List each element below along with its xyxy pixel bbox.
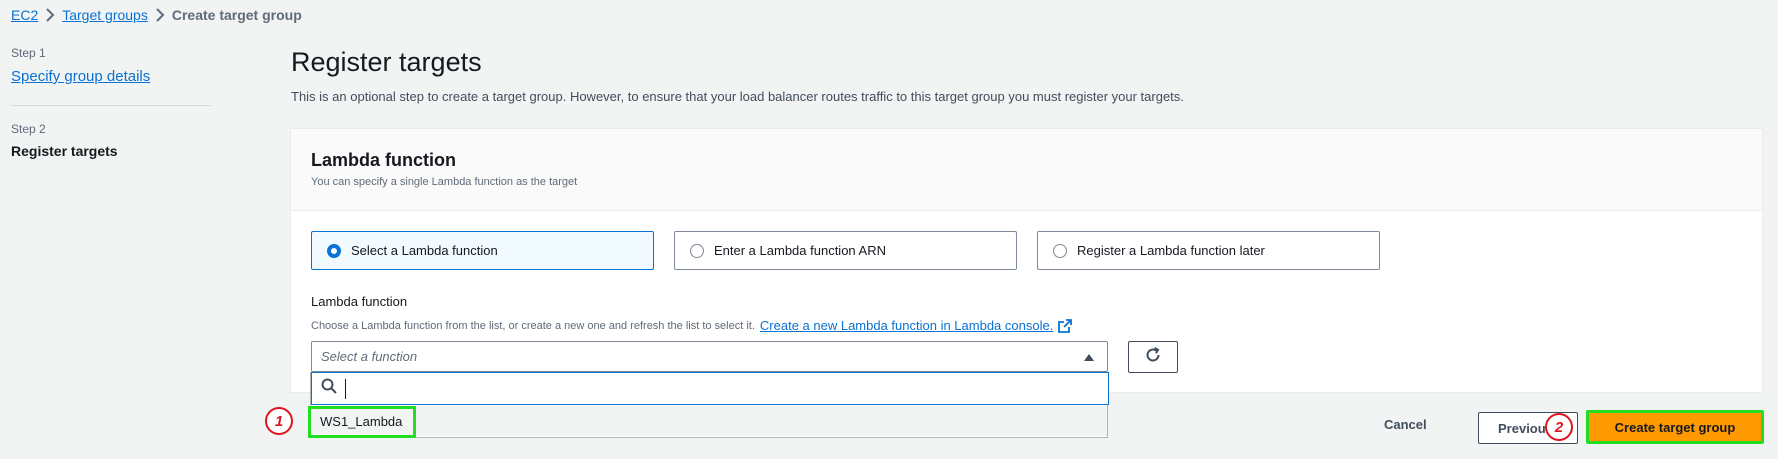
option-label: WS1_Lambda <box>320 413 403 429</box>
breadcrumb-target-groups[interactable]: Target groups <box>62 7 148 23</box>
refresh-button[interactable] <box>1128 341 1178 373</box>
step2-label: Step 2 <box>11 122 46 136</box>
step-marker-1: 1 <box>265 407 293 435</box>
breadcrumb-ec2[interactable]: EC2 <box>11 7 38 23</box>
page-description: This is an optional step to create a tar… <box>291 89 1184 104</box>
external-link-icon[interactable] <box>1058 318 1073 333</box>
tile-select-lambda[interactable]: Select a Lambda function <box>311 231 654 270</box>
create-target-group-button[interactable]: Create target group <box>1586 410 1764 444</box>
panel-description: You can specify a single Lambda function… <box>311 176 578 188</box>
step1-link[interactable]: Specify group details <box>11 68 150 85</box>
side-divider <box>11 105 211 106</box>
radio-unchecked[interactable] <box>690 243 704 258</box>
tile-label: Enter a Lambda function ARN <box>714 243 886 258</box>
create-lambda-link[interactable]: Create a new Lambda function in Lambda c… <box>760 318 1053 333</box>
chevron-right-icon <box>38 6 62 24</box>
breadcrumb: EC2 Target groups Create target group <box>11 6 302 24</box>
chevron-right-icon <box>148 6 172 24</box>
refresh-icon <box>1144 346 1162 369</box>
search-icon <box>321 378 337 399</box>
cancel-button[interactable]: Cancel <box>1384 417 1427 432</box>
step1-label: Step 1 <box>11 46 46 60</box>
radio-checked[interactable] <box>327 243 341 258</box>
caret-up-icon <box>1079 347 1099 367</box>
step-marker-2: 2 <box>1545 413 1573 441</box>
lambda-field-label: Lambda function <box>311 294 408 309</box>
lambda-function-panel: Lambda function You can specify a single… <box>290 128 1763 393</box>
select-placeholder: Select a function <box>321 349 418 364</box>
tile-label: Register a Lambda function later <box>1077 243 1265 258</box>
panel-title: Lambda function <box>311 150 456 170</box>
lambda-function-select[interactable]: Select a function <box>311 341 1108 372</box>
lambda-dropdown: WS1_Lambda <box>310 372 1109 438</box>
field-description-text: Choose a Lambda function from the list, … <box>311 319 755 332</box>
search-input[interactable] <box>345 378 1045 399</box>
lambda-field-description: Choose a Lambda function from the list, … <box>311 318 1073 333</box>
page-title: Register targets <box>291 47 482 77</box>
dropdown-search[interactable] <box>311 372 1109 405</box>
step2-current: Register targets <box>11 143 118 159</box>
radio-unchecked[interactable] <box>1053 243 1067 258</box>
tile-enter-arn[interactable]: Enter a Lambda function ARN <box>674 231 1017 270</box>
panel-header: Lambda function You can specify a single… <box>291 129 1762 211</box>
breadcrumb-current: Create target group <box>171 7 302 23</box>
tile-label: Select a Lambda function <box>351 243 498 258</box>
dropdown-option-ws1-lambda[interactable]: WS1_Lambda <box>311 406 1107 436</box>
tile-register-later[interactable]: Register a Lambda function later <box>1037 231 1380 270</box>
